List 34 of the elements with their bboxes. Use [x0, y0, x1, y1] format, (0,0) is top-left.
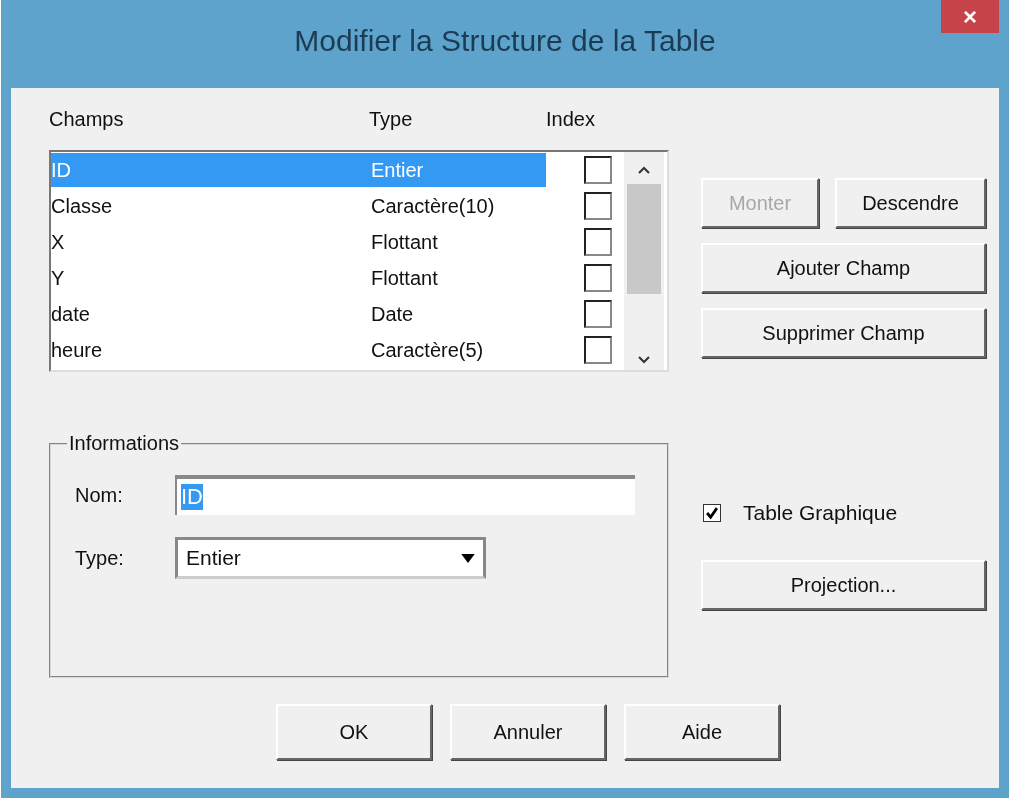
side-button[interactable]: Descendre — [835, 178, 986, 228]
field-row[interactable]: date Date — [51, 297, 546, 331]
dialog-button[interactable]: OK — [276, 704, 432, 760]
checkbox-label: Table Graphique — [743, 501, 898, 525]
window-title: Modifier la Structure de la Table — [294, 24, 716, 58]
column-header: Index — [546, 107, 595, 131]
dialog-button[interactable]: Aide — [624, 704, 780, 760]
type-dropdown[interactable]: Entier — [175, 537, 486, 579]
dialog-button[interactable]: Annuler — [450, 704, 606, 760]
field-label: Nom: — [75, 483, 124, 507]
field-row[interactable]: Y Flottant — [51, 261, 546, 295]
projection-button[interactable]: Projection... — [701, 560, 986, 610]
group-title: Informations — [68, 432, 181, 455]
index-checkbox[interactable] — [584, 264, 612, 292]
index-checkbox[interactable] — [584, 300, 612, 328]
index-checkbox[interactable] — [584, 156, 612, 184]
index-checkbox[interactable] — [584, 336, 612, 364]
field-label: Type: — [75, 546, 125, 570]
field-row[interactable]: heure Caractère(5) — [51, 333, 546, 367]
scrollbar-thumb[interactable] — [627, 184, 661, 294]
side-button[interactable]: Ajouter Champ — [701, 243, 986, 293]
side-button[interactable]: Supprimer Champ — [701, 308, 986, 358]
index-checkbox[interactable] — [584, 192, 612, 220]
scrollbar[interactable] — [624, 152, 664, 370]
field-row[interactable]: Classe Caractère(10) — [51, 189, 546, 223]
graphic-table-checkbox[interactable] — [703, 504, 721, 522]
scroll-up-icon[interactable] — [638, 166, 650, 174]
index-checkbox[interactable] — [584, 228, 612, 256]
column-header: Type — [369, 107, 414, 131]
field-row[interactable]: X Flottant — [51, 225, 546, 259]
close-button[interactable]: × — [941, 0, 999, 33]
dropdown-arrow-icon[interactable] — [461, 553, 475, 563]
column-header: Champs — [49, 107, 125, 131]
scroll-down-icon[interactable] — [638, 356, 650, 364]
